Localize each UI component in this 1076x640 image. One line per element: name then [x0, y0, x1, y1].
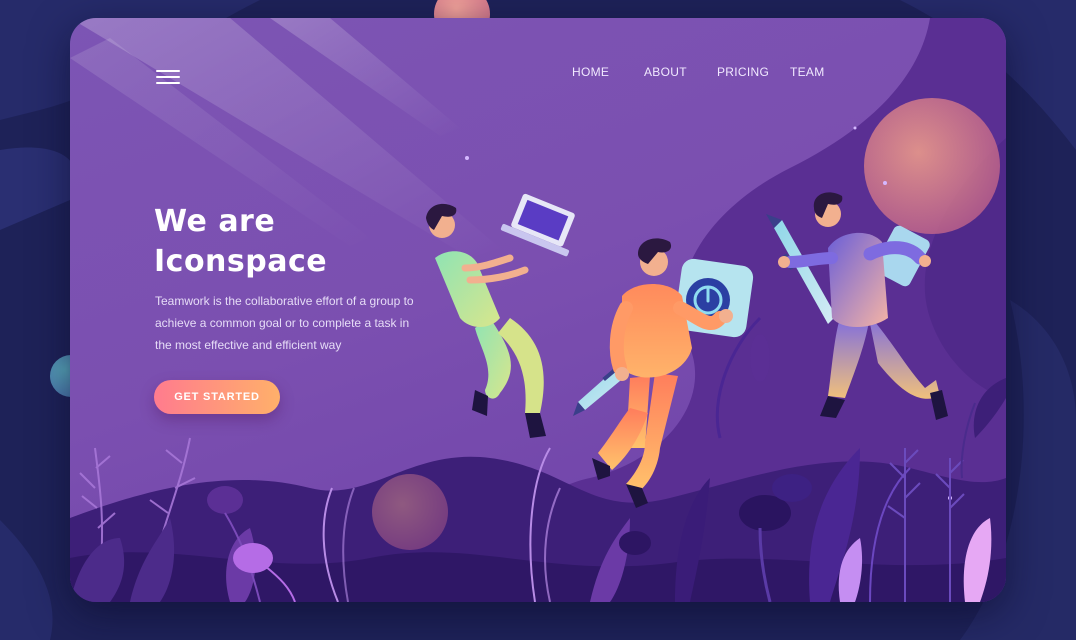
- character-laptop: [426, 193, 575, 438]
- nav-team[interactable]: TEAM: [790, 65, 825, 79]
- hero-title: We are Iconspace: [154, 202, 414, 282]
- get-started-button[interactable]: GET STARTED: [154, 380, 280, 414]
- nav-pricing[interactable]: PRICING: [717, 65, 769, 79]
- hero-description: Teamwork is the collaborative effort of …: [155, 294, 414, 352]
- hamburger-menu-icon[interactable]: [156, 70, 180, 86]
- hero-title-line2: Iconspace: [154, 244, 328, 279]
- nav-about[interactable]: ABOUT: [644, 65, 687, 79]
- landing-card: HOME ABOUT PRICING TEAM We are Iconspace…: [70, 18, 1006, 602]
- hero-title-line1: We are: [154, 204, 276, 239]
- nav-home[interactable]: HOME: [572, 65, 609, 79]
